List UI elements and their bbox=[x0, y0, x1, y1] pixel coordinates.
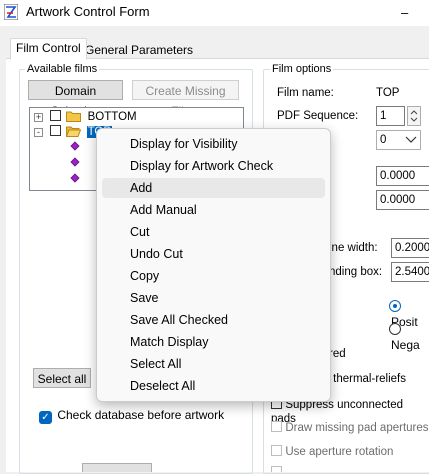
film-options-label: Film options bbox=[270, 63, 334, 75]
radio-icon bbox=[389, 323, 401, 335]
menu-item-add-manual[interactable]: Add Manual bbox=[102, 200, 325, 220]
bounding-box-label: nding box: bbox=[329, 266, 383, 278]
menu-item-cut[interactable]: Cut bbox=[102, 222, 325, 242]
domain-selection-button[interactable]: Domain Selection bbox=[28, 80, 123, 118]
line-width-label: ine width: bbox=[329, 242, 378, 254]
context-menu: Display for Visibility Display for Artwo… bbox=[96, 128, 331, 402]
spinner-arrows-icon bbox=[410, 110, 418, 122]
select-all-button[interactable]: Select all bbox=[33, 368, 91, 388]
folder-icon bbox=[66, 111, 82, 122]
film-name-label: Film name: bbox=[277, 87, 334, 99]
menu-item-copy[interactable]: Copy bbox=[102, 266, 325, 286]
aperture-rotation-label: Use aperture rotation bbox=[285, 446, 394, 458]
menu-item-save-all-checked[interactable]: Save All Checked bbox=[102, 310, 325, 330]
window-title: Artwork Control Form bbox=[26, 4, 150, 19]
check-database-checkbox[interactable]: ✓ Check database before artwork bbox=[39, 408, 224, 424]
negative-label: Nega bbox=[391, 338, 420, 352]
check-database-label: Check database before artwork bbox=[57, 408, 225, 422]
draw-missing-pad-label: Draw missing pad apertures bbox=[285, 422, 429, 434]
film-checkbox[interactable] bbox=[50, 125, 62, 136]
cut-off-checkbox[interactable] bbox=[271, 466, 282, 472]
film-name-value: TOP bbox=[376, 87, 400, 99]
minimize-button[interactable]: – bbox=[401, 5, 408, 20]
tab-general-parameters[interactable]: General Parameters bbox=[80, 41, 198, 59]
negative-radio[interactable]: Nega bbox=[389, 323, 429, 353]
menu-item-match-display[interactable]: Match Display bbox=[102, 332, 325, 352]
menu-item-deselect-all[interactable]: Deselect All bbox=[102, 376, 325, 396]
tree-row-bottom[interactable]: + BOTTOM bbox=[34, 110, 137, 125]
rotation-value: 0 bbox=[380, 134, 387, 146]
apply-button[interactable] bbox=[82, 463, 152, 472]
tree-label-bottom: BOTTOM bbox=[87, 111, 137, 123]
app-icon bbox=[4, 4, 18, 20]
radio-selected-icon bbox=[389, 300, 401, 312]
tab-film-control[interactable]: Film Control bbox=[10, 38, 87, 60]
aperture-rotation-checkbox[interactable]: Use aperture rotation bbox=[271, 444, 393, 458]
pdf-sequence-label: PDF Sequence: bbox=[277, 110, 359, 122]
folder-open-icon bbox=[66, 126, 82, 137]
line-width-input[interactable]: 0.2000 bbox=[391, 238, 429, 258]
menu-item-display-artwork-check[interactable]: Display for Artwork Check bbox=[102, 156, 325, 176]
offset-x-input[interactable]: 0.0000 bbox=[376, 166, 429, 186]
menu-item-add[interactable]: Add bbox=[102, 178, 325, 198]
checkbox-icon bbox=[271, 421, 282, 432]
chevron-down-icon bbox=[405, 136, 417, 143]
menu-item-save[interactable]: Save bbox=[102, 288, 325, 308]
collapse-icon[interactable]: - bbox=[34, 128, 43, 137]
layer-diamond-icons bbox=[70, 141, 80, 183]
thermal-reliefs-label: ct thermal-reliefs bbox=[321, 373, 406, 385]
expand-icon[interactable]: + bbox=[34, 113, 43, 122]
menu-item-select-all[interactable]: Select All bbox=[102, 354, 325, 374]
create-missing-films-button[interactable]: Create Missing Films bbox=[132, 80, 239, 118]
pdf-sequence-spinner[interactable] bbox=[407, 106, 421, 126]
rotation-select[interactable]: 0 bbox=[376, 130, 421, 150]
available-films-label: Available films bbox=[25, 63, 100, 75]
menu-item-display-visibility[interactable]: Display for Visibility bbox=[102, 134, 325, 154]
offset-y-input[interactable]: 0.0000 bbox=[376, 190, 429, 210]
draw-missing-pad-checkbox[interactable]: Draw missing pad apertures bbox=[271, 420, 429, 434]
checkmark-icon: ✓ bbox=[39, 411, 52, 424]
film-checkbox[interactable] bbox=[50, 110, 62, 121]
menu-item-undo-cut[interactable]: Undo Cut bbox=[102, 244, 325, 264]
checkbox-icon bbox=[271, 445, 282, 456]
shape-option-label: red bbox=[329, 348, 346, 360]
pdf-sequence-input[interactable]: 1 bbox=[376, 106, 405, 126]
bounding-box-input[interactable]: 2.5400 bbox=[391, 262, 429, 282]
